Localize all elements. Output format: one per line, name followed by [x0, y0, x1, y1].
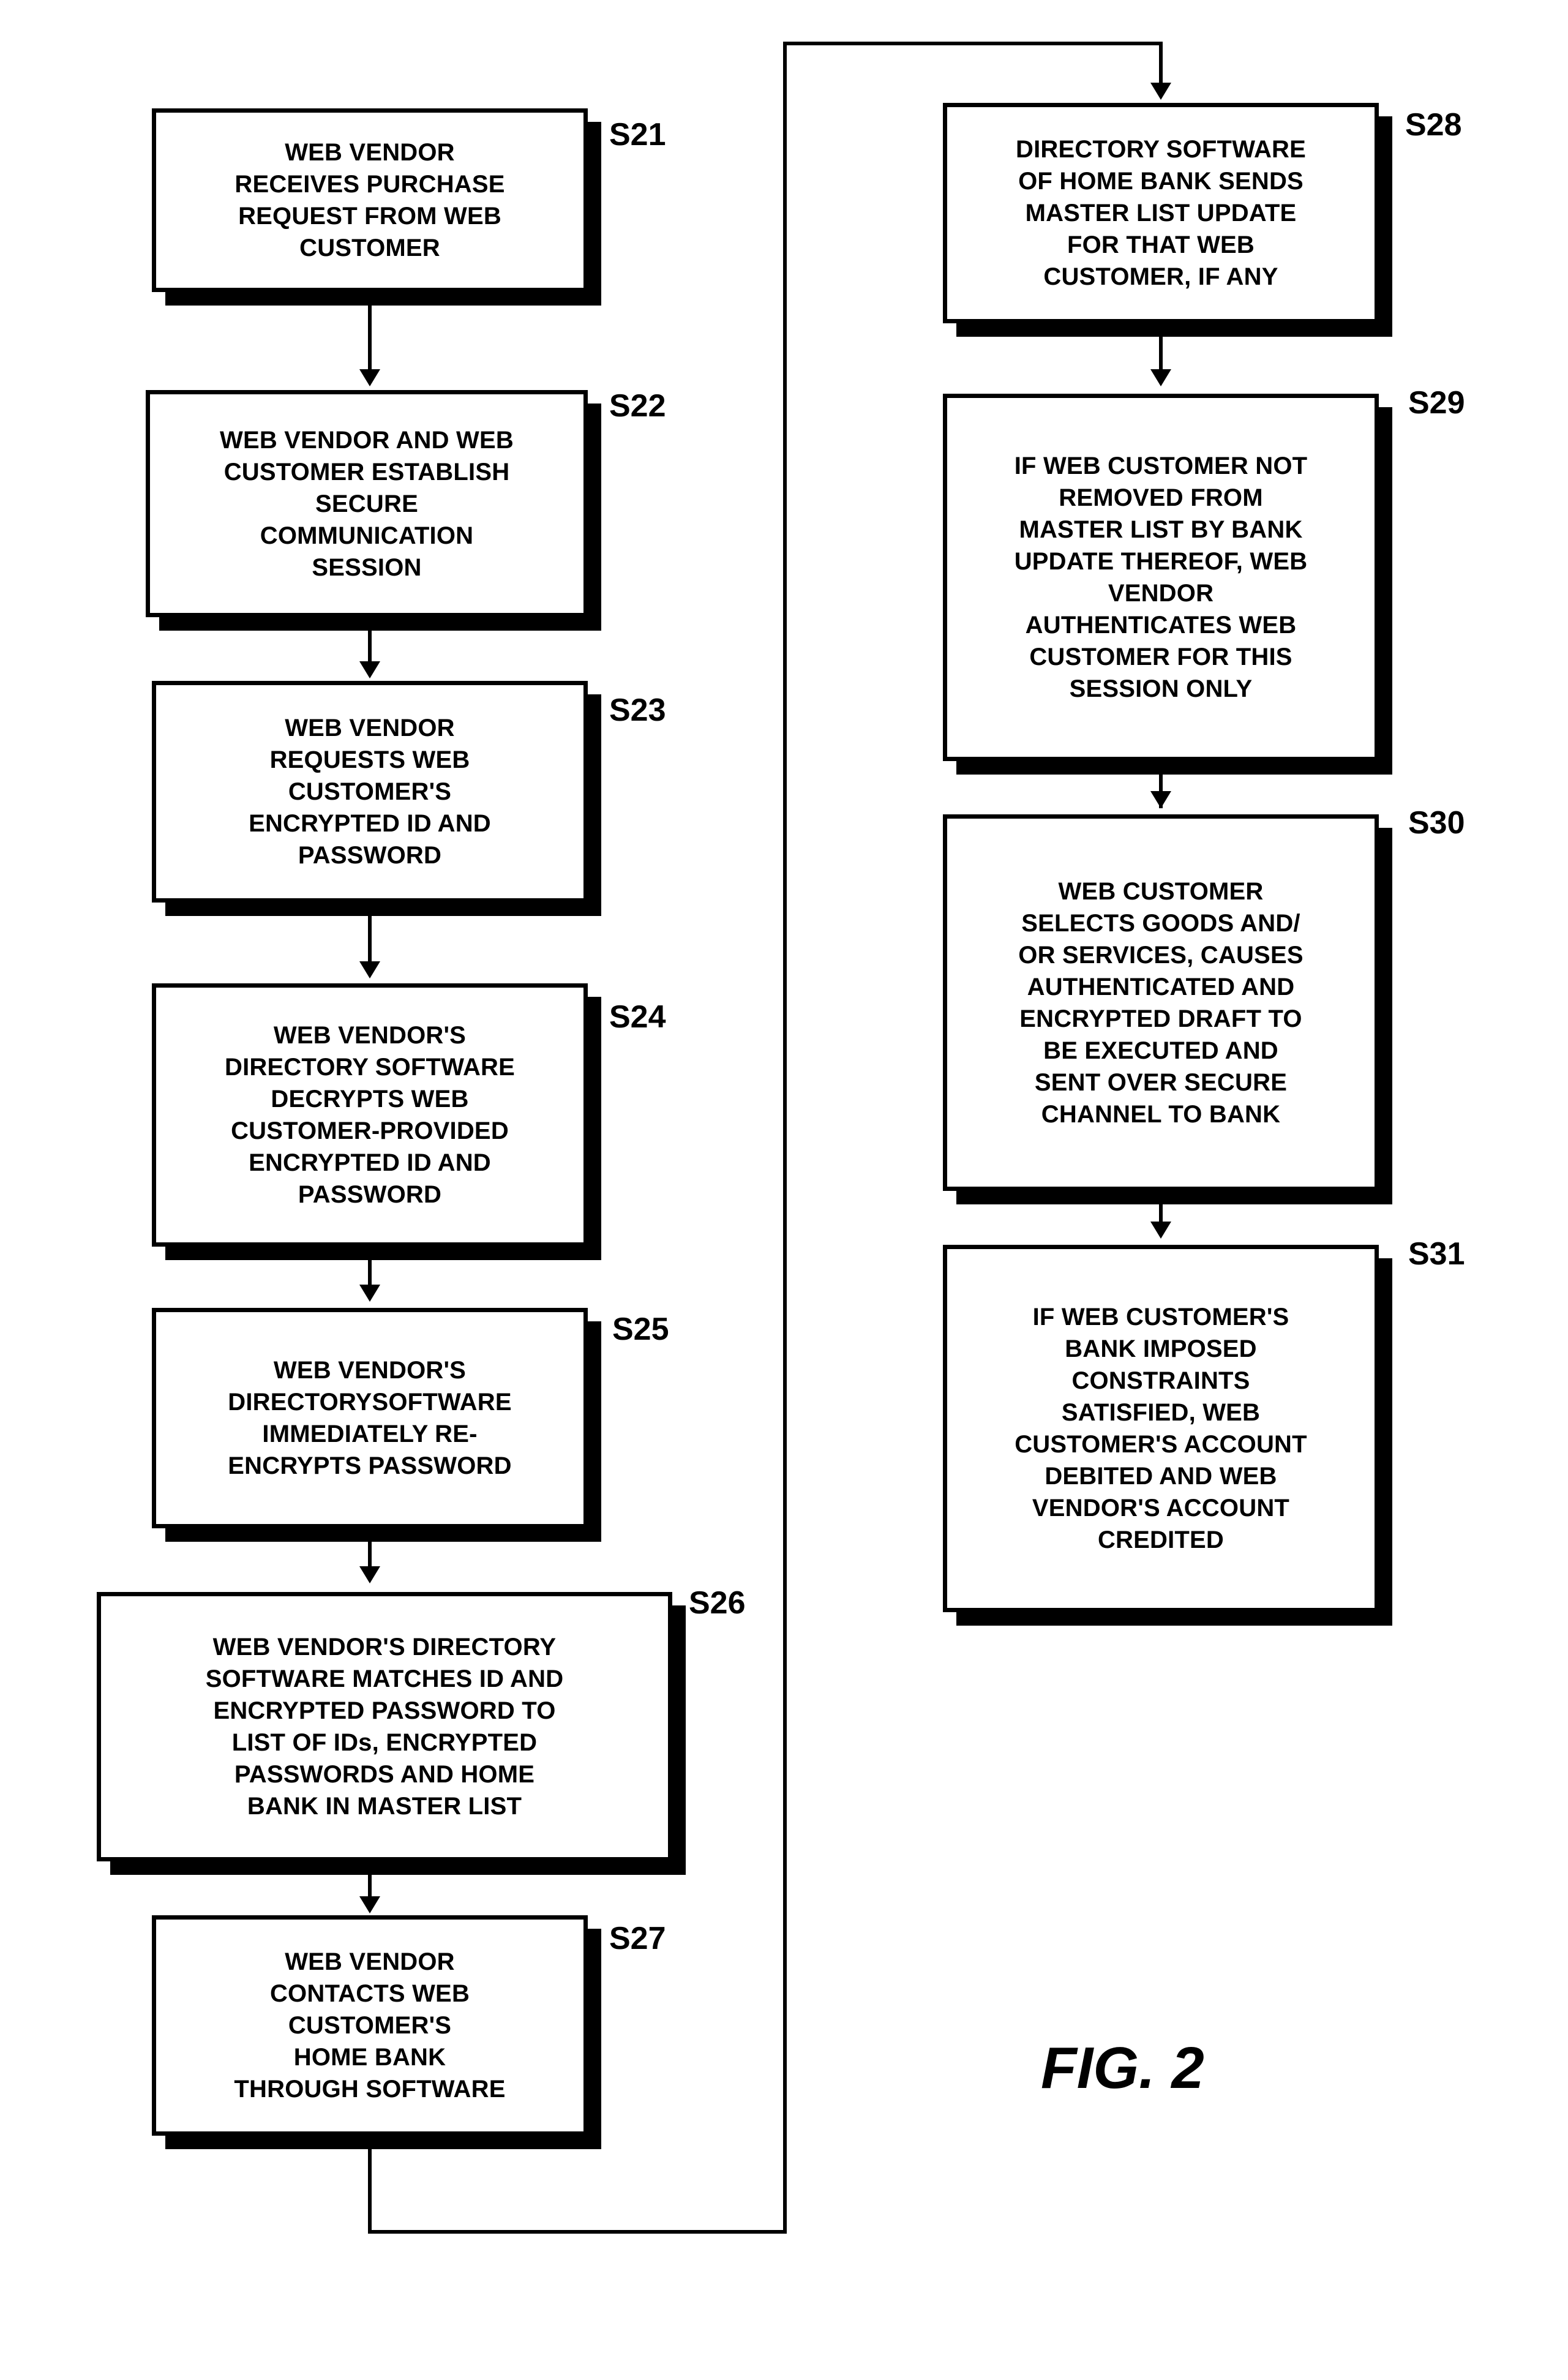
step-label-s23: S23: [609, 693, 666, 728]
edge-s26-s27-arrowhead: [359, 1896, 380, 1913]
flow-node-s30: WEB CUSTOMER SELECTS GOODS AND/ OR SERVI…: [943, 814, 1379, 1191]
flow-node-s28-text: DIRECTORY SOFTWARE OF HOME BANK SENDS MA…: [1015, 136, 1306, 290]
step-label-s24: S24: [609, 999, 666, 1035]
flow-node-s24: WEB VENDOR'S DIRECTORY SOFTWARE DECRYPTS…: [152, 983, 588, 1247]
flow-node-s31-text: IF WEB CUSTOMER'S BANK IMPOSED CONSTRAIN…: [1015, 1304, 1307, 1553]
step-label-s27: S27: [609, 1921, 666, 1956]
edge-s22-s23-arrowhead: [359, 661, 380, 678]
edge-s27-s28-segment-down: [368, 2149, 372, 2234]
step-label-s22: S22: [609, 388, 666, 424]
edge-s27-s28-segment-up: [783, 42, 787, 2234]
edge-s27-s28-segment-right: [368, 2230, 787, 2234]
edge-s27-s28-segment-top: [783, 42, 1163, 45]
edge-s27-s28-segment-entry: [1159, 42, 1163, 86]
edge-s27-s28-arrowhead: [1150, 83, 1171, 100]
step-label-s31: S31: [1408, 1236, 1465, 1272]
step-label-s28: S28: [1405, 107, 1462, 143]
flow-node-s23: WEB VENDOR REQUESTS WEB CUSTOMER'S ENCRY…: [152, 681, 588, 903]
flow-node-s26-text: WEB VENDOR'S DIRECTORY SOFTWARE MATCHES …: [205, 1634, 564, 1820]
step-label-s30: S30: [1408, 805, 1465, 841]
flow-node-s28: DIRECTORY SOFTWARE OF HOME BANK SENDS MA…: [943, 103, 1379, 323]
edge-s22-s23: [368, 631, 372, 664]
step-label-s25: S25: [612, 1312, 669, 1347]
edge-s23-s24-arrowhead: [359, 961, 380, 978]
flow-node-s27: WEB VENDOR CONTACTS WEB CUSTOMER'S HOME …: [152, 1915, 588, 2136]
edge-s30-s31-arrowhead: [1150, 1222, 1171, 1239]
flow-node-s25: WEB VENDOR'S DIRECTORYSOFTWARE IMMEDIATE…: [152, 1308, 588, 1528]
figure-page: WEB VENDOR RECEIVES PURCHASE REQUEST FRO…: [0, 0, 1568, 2380]
flow-node-s31: IF WEB CUSTOMER'S BANK IMPOSED CONSTRAIN…: [943, 1245, 1379, 1612]
edge-s28-s29: [1159, 337, 1163, 372]
step-label-s21: S21: [609, 117, 666, 152]
edge-s23-s24: [368, 916, 372, 962]
flow-node-s24-text: WEB VENDOR'S DIRECTORY SOFTWARE DECRYPTS…: [224, 1022, 515, 1208]
edge-s24-s25-arrowhead: [359, 1285, 380, 1302]
step-label-s26: S26: [689, 1585, 746, 1621]
flow-node-s22: WEB VENDOR AND WEB CUSTOMER ESTABLISH SE…: [146, 390, 588, 617]
flow-node-s21: WEB VENDOR RECEIVES PURCHASE REQUEST FRO…: [152, 108, 588, 292]
flow-node-s27-text: WEB VENDOR CONTACTS WEB CUSTOMER'S HOME …: [234, 1948, 506, 2103]
edge-s25-s26-arrowhead: [359, 1566, 380, 1583]
edge-s29-s30-arrowhead: [1150, 791, 1171, 808]
edge-s24-s25: [368, 1260, 372, 1288]
flow-node-s26: WEB VENDOR'S DIRECTORY SOFTWARE MATCHES …: [97, 1592, 672, 1861]
flow-node-s22-text: WEB VENDOR AND WEB CUSTOMER ESTABLISH SE…: [220, 426, 514, 581]
flow-node-s21-text: WEB VENDOR RECEIVES PURCHASE REQUEST FRO…: [234, 139, 505, 261]
flow-node-s29: IF WEB CUSTOMER NOT REMOVED FROM MASTER …: [943, 394, 1379, 761]
edge-s26-s27: [368, 1875, 372, 1899]
step-label-s29: S29: [1408, 385, 1465, 421]
edge-s28-s29-arrowhead: [1150, 369, 1171, 386]
flow-node-s23-text: WEB VENDOR REQUESTS WEB CUSTOMER'S ENCRY…: [249, 715, 491, 869]
edge-s21-s22-arrowhead: [359, 369, 380, 386]
flow-node-s25-text: WEB VENDOR'S DIRECTORYSOFTWARE IMMEDIATE…: [228, 1357, 512, 1479]
flow-node-s29-text: IF WEB CUSTOMER NOT REMOVED FROM MASTER …: [1014, 452, 1308, 702]
edge-s21-s22: [368, 306, 372, 372]
flow-node-s30-text: WEB CUSTOMER SELECTS GOODS AND/ OR SERVI…: [1018, 877, 1304, 1128]
edge-s25-s26: [368, 1542, 372, 1569]
figure-caption: FIG. 2: [1041, 2035, 1204, 2101]
